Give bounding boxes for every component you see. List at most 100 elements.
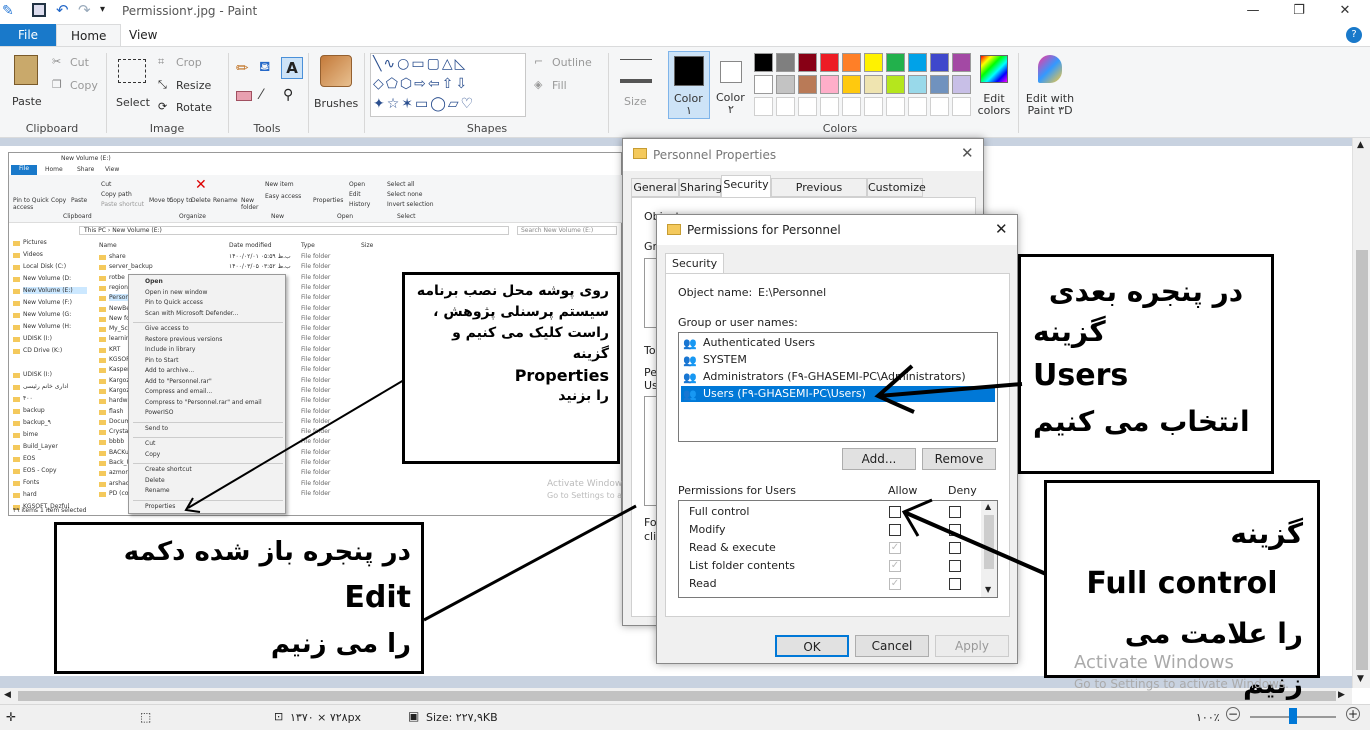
explorer-tab-file[interactable]: File [11,165,37,175]
explorer-col-name[interactable]: Name [99,242,117,249]
deny-checkbox[interactable] [949,524,961,536]
file-name[interactable]: PD (co [109,490,128,497]
perm-scroll-down-icon[interactable]: ▼ [985,585,991,594]
explorer-btn-copyto[interactable]: Copy to [169,197,192,204]
brushes-button[interactable]: Brushes [314,53,358,119]
explorer-btn-properties[interactable]: Properties [313,197,343,204]
explorer-nav-item[interactable]: Local Disk (C:) [23,263,66,270]
outline-button[interactable]: Outline [552,56,592,69]
explorer-easy-access[interactable]: Easy access [265,193,301,200]
permissions-user-list[interactable]: 👥 Authenticated Users 👥 SYSTEM 👥 Administrato… [678,332,998,442]
explorer-nav-item[interactable]: hard [23,491,37,498]
zoom-out-icon[interactable]: − [1226,707,1240,721]
explorer-col-date[interactable]: Date modified [229,242,272,249]
context-menu-item[interactable]: Restore previous versions [145,336,222,343]
color2-button[interactable]: Color ۲ [712,51,752,119]
properties-tab[interactable]: Customize [867,178,926,197]
explorer-tab-view[interactable]: View [105,166,119,173]
help-icon[interactable]: ? [1346,27,1362,43]
explorer-col-type[interactable]: Type [301,242,315,249]
palette-swatch[interactable] [820,75,839,94]
palette-empty-swatch[interactable] [952,97,971,116]
perm-scroll-thumb[interactable] [984,515,994,569]
tab-file[interactable]: File [0,24,56,46]
palette-swatch[interactable] [886,53,905,72]
palette-empty-swatch[interactable] [776,97,795,116]
explorer-btn-delete[interactable]: Delete [191,197,211,204]
tab-view[interactable]: View [115,24,171,46]
scroll-right-icon[interactable]: ▶ [1338,690,1345,700]
context-menu-item[interactable]: Rename [145,487,170,494]
explorer-nav-item[interactable]: backup_۹ [23,419,51,426]
explorer-cut[interactable]: Cut [101,181,111,188]
palette-swatch[interactable] [754,53,773,72]
minimize-button[interactable]: — [1230,0,1276,24]
customize-qat-icon[interactable]: ▾ [100,4,105,15]
perm-scroll-up-icon[interactable]: ▲ [985,502,991,511]
palette-swatch[interactable] [754,75,773,94]
explorer-nav-item[interactable]: UDISK (I:) [23,335,52,342]
palette-swatch[interactable] [864,53,883,72]
permissions-close-icon[interactable]: ✕ [995,220,1008,238]
explorer-nav-item[interactable]: New Volume (D: [23,275,71,282]
user-list-item[interactable]: 👥 SYSTEM [681,352,995,368]
palette-swatch[interactable] [952,53,971,72]
explorer-invert-selection[interactable]: Invert selection [387,201,434,208]
allow-checkbox[interactable] [889,506,901,518]
allow-checkbox[interactable]: ✓ [889,560,901,572]
explorer-nav-item[interactable]: UDISK (I:) [23,371,52,378]
file-name[interactable]: Kargoz [109,377,130,384]
deny-checkbox[interactable] [949,578,961,590]
context-menu-item[interactable]: Create shortcut [145,466,192,473]
scroll-down-icon[interactable]: ▼ [1357,674,1364,684]
properties-tab[interactable]: Sharing [679,178,722,197]
crop-button[interactable]: Crop [176,56,202,69]
text-tool-icon[interactable]: A [281,57,303,79]
file-name[interactable]: rotbe [109,274,125,281]
explorer-copy-path[interactable]: Copy path [101,191,132,198]
palette-swatch[interactable] [798,75,817,94]
explorer-btn-pin[interactable]: Pin to Quick access [13,197,53,211]
paint-app-icon[interactable]: ✎ [2,3,18,19]
explorer-tab-share[interactable]: Share [77,166,94,173]
fill-bucket-icon[interactable]: ⛾ [259,59,270,77]
palette-empty-swatch[interactable] [908,97,927,116]
remove-button[interactable]: Remove [922,448,996,470]
explorer-nav-item[interactable]: Fonts [23,479,39,486]
explorer-history[interactable]: History [349,201,370,208]
file-name[interactable]: arshad [109,480,130,487]
vertical-scrollbar[interactable]: ▲ ▼ [1352,138,1370,688]
context-menu-item[interactable]: Open in new window [145,289,207,296]
explorer-tab-home[interactable]: Home [45,166,63,173]
perm-scrollbar[interactable]: ▲ ▼ [981,501,997,597]
explorer-nav-item[interactable]: Videos [23,251,43,258]
file-name[interactable]: New fo [109,315,130,322]
pencil-icon[interactable]: ✏ [236,59,249,77]
properties-tab[interactable]: General [631,178,679,197]
context-menu-item[interactable]: Pin to Quick access [145,299,203,306]
explorer-paste-shortcut[interactable]: Paste shortcut [101,201,144,208]
deny-checkbox[interactable] [949,506,961,518]
allow-checkbox[interactable]: ✓ [889,542,901,554]
explorer-nav-item[interactable]: New Volume (G: [23,311,71,318]
palette-swatch[interactable] [930,75,949,94]
palette-empty-swatch[interactable] [864,97,883,116]
explorer-btn-newfolder[interactable]: New folder [241,197,261,211]
palette-swatch[interactable] [776,53,795,72]
size-button[interactable]: Size [618,55,654,115]
file-name[interactable]: learnin [109,335,130,342]
eraser-icon[interactable] [236,91,252,101]
cut-button[interactable]: Cut [70,56,89,69]
context-menu-item[interactable]: Compress and email... [145,388,212,395]
explorer-select-none[interactable]: Select none [387,191,422,198]
context-menu-item[interactable]: Cut [145,440,155,447]
palette-swatch[interactable] [798,53,817,72]
palette-empty-swatch[interactable] [754,97,773,116]
add-button[interactable]: Add... [842,448,916,470]
close-button[interactable]: ✕ [1322,0,1368,24]
context-menu-item[interactable]: Include in library [145,346,195,353]
context-menu-item[interactable]: Delete [145,477,165,484]
color-picker-icon[interactable]: ⁄ [260,87,262,103]
zoom-slider-thumb[interactable] [1289,708,1297,724]
explorer-col-size[interactable]: Size [361,242,373,249]
